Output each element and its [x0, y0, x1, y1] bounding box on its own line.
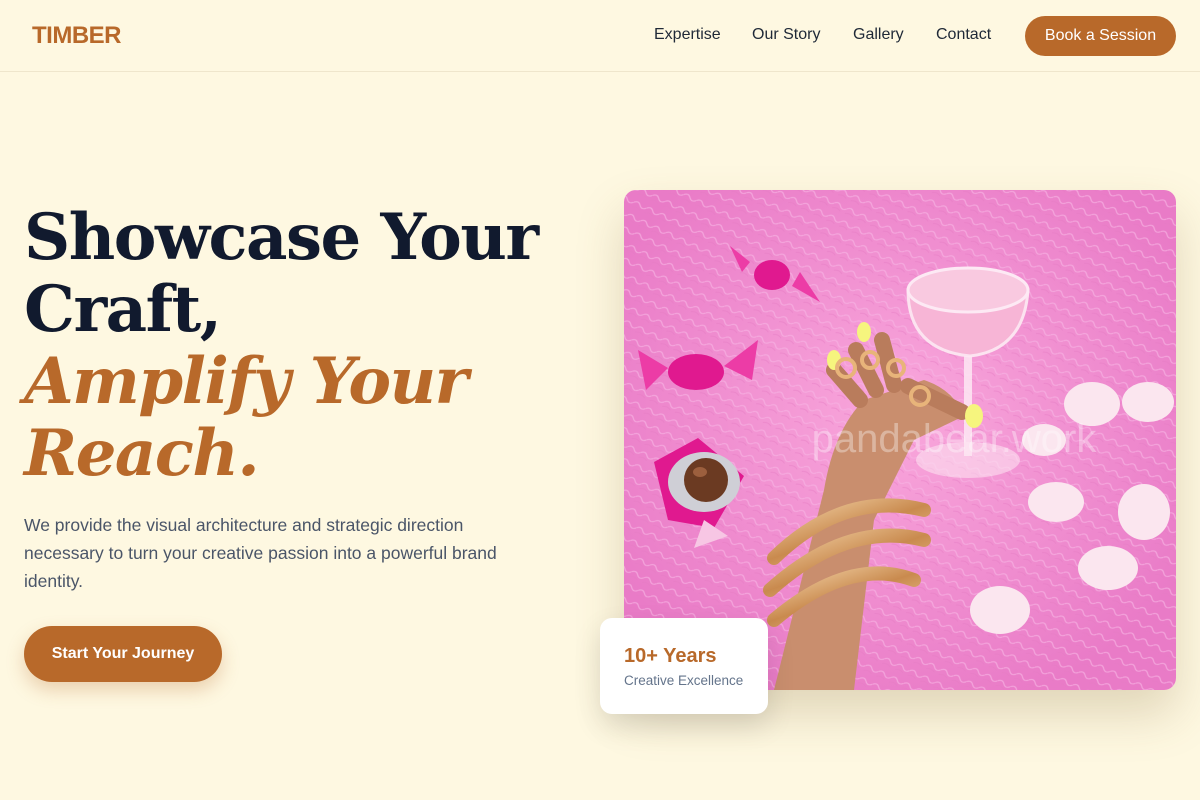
headline-line-1: Showcase Your [24, 200, 539, 275]
nav-link-expertise[interactable]: Expertise [654, 26, 721, 44]
stat-label: Creative Excellence [624, 673, 744, 688]
stat-card: 10+ Years Creative Excellence [600, 618, 768, 714]
book-session-button[interactable]: Book a Session [1025, 16, 1176, 56]
nav-link-contact[interactable]: Contact [936, 26, 991, 44]
watermark: pandabear.work [812, 417, 1098, 461]
logo[interactable]: TIMBER [32, 22, 122, 50]
hero-image: pandabear.work [624, 190, 1176, 690]
hero-headline: Showcase Your Craft, Amplify Your Reach. [24, 200, 539, 491]
site-header: TIMBER Expertise Our Story Gallery Conta… [0, 0, 1200, 72]
nav-link-our-story[interactable]: Our Story [752, 26, 820, 44]
headline-line-2: Craft, [24, 272, 222, 347]
stat-value: 10+ Years [624, 645, 717, 667]
headline-accent-line-2: Reach. [24, 416, 260, 491]
start-journey-button[interactable]: Start Your Journey [24, 626, 222, 682]
hero-description: We provide the visual architecture and s… [24, 515, 497, 591]
nav-link-gallery[interactable]: Gallery [853, 26, 904, 44]
headline-accent-line-1: Amplify Your [24, 344, 468, 419]
